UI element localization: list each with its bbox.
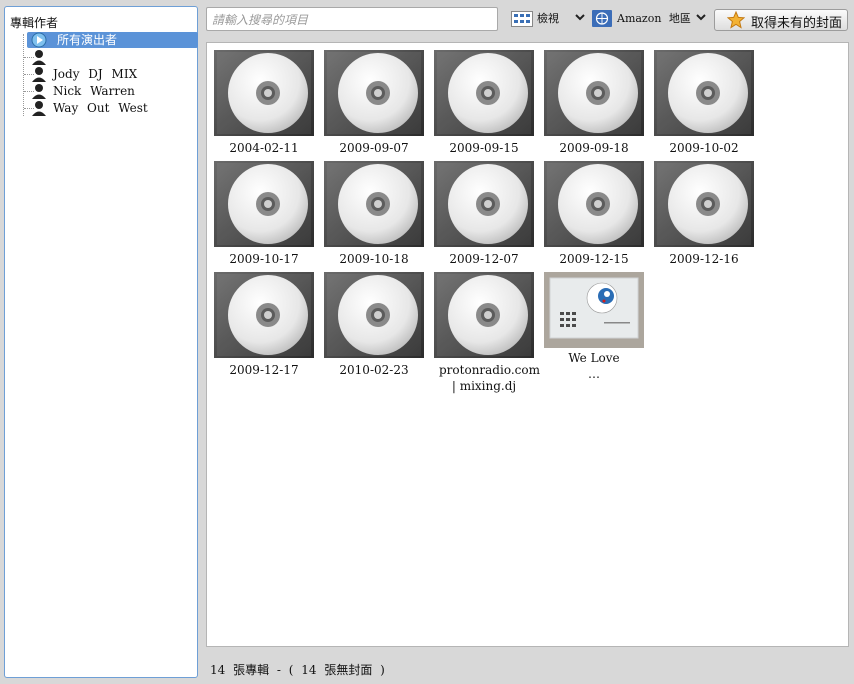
artist-label: Nick Warren	[53, 84, 135, 98]
album-title: 2009-10-18	[339, 252, 409, 266]
fetch-missing-covers-button[interactable]: 取得未有的封面	[714, 9, 848, 31]
album-title: 2009-09-15	[449, 141, 519, 155]
cd-icon	[654, 50, 754, 136]
person-icon	[32, 84, 46, 99]
view-label: 檢視	[537, 12, 559, 25]
album-title: We Love …	[568, 351, 620, 381]
search-input[interactable]	[210, 10, 496, 30]
album-title: 2009-12-16	[669, 252, 739, 266]
cd-icon	[324, 272, 424, 358]
chevron-down-icon[interactable]	[574, 10, 586, 26]
artist-item-all[interactable]: 所有演出者	[27, 32, 199, 48]
cd-icon	[214, 272, 314, 358]
artist-tree-pane: 專輯作者 所有演出者 Jody DJ MIX Nick Warren Way O…	[4, 6, 198, 678]
cd-icon	[434, 161, 534, 247]
cd-icon	[324, 161, 424, 247]
album-grid: 2004-02-11 2009-09-07 2009-09-15 2009-09…	[206, 42, 849, 647]
all-artists-icon	[31, 32, 47, 48]
cd-icon	[544, 161, 644, 247]
album-title: 2009-12-15	[559, 252, 629, 266]
album-title: 2004-02-11	[229, 141, 299, 155]
artist-label: Way Out West	[53, 101, 148, 115]
cd-icon	[434, 272, 534, 358]
album-title: 2009-09-07	[339, 141, 409, 155]
cd-icon	[434, 50, 534, 136]
artist-label: Jody DJ MIX	[53, 67, 138, 81]
amazon-label: Amazon 地區	[617, 12, 691, 25]
album-title: 2009-12-17	[229, 363, 299, 377]
cd-icon	[544, 50, 644, 136]
album-title: 2009-09-18	[559, 141, 629, 155]
fetch-covers-label: 取得未有的封面	[751, 16, 843, 31]
status-bar: 14 張專輯 - ( 14 張無封面 )	[210, 663, 385, 677]
search-box	[206, 7, 498, 31]
cd-icon	[324, 50, 424, 136]
cd-icon	[214, 161, 314, 247]
album-title: 2009-12-07	[449, 252, 519, 266]
album-title: 2009-10-17	[229, 252, 299, 266]
album-title: 2010-02-23	[339, 363, 409, 377]
album-title: 2009-10-02	[669, 141, 739, 155]
person-icon	[32, 67, 46, 82]
star-icon	[727, 11, 745, 29]
person-icon	[32, 50, 46, 65]
tree-connector	[23, 34, 24, 116]
person-icon	[32, 101, 46, 116]
globe-flag-icon	[592, 10, 612, 27]
grid-view-icon	[511, 11, 533, 27]
cd-icon	[654, 161, 754, 247]
cd-icon	[214, 50, 314, 136]
album-title: protonradio.com | mixing.dj	[439, 363, 540, 393]
album-art-photo	[544, 272, 644, 348]
chevron-down-icon[interactable]	[695, 10, 707, 26]
pane-title: 專輯作者	[10, 16, 59, 30]
artist-label: 所有演出者	[57, 33, 118, 47]
